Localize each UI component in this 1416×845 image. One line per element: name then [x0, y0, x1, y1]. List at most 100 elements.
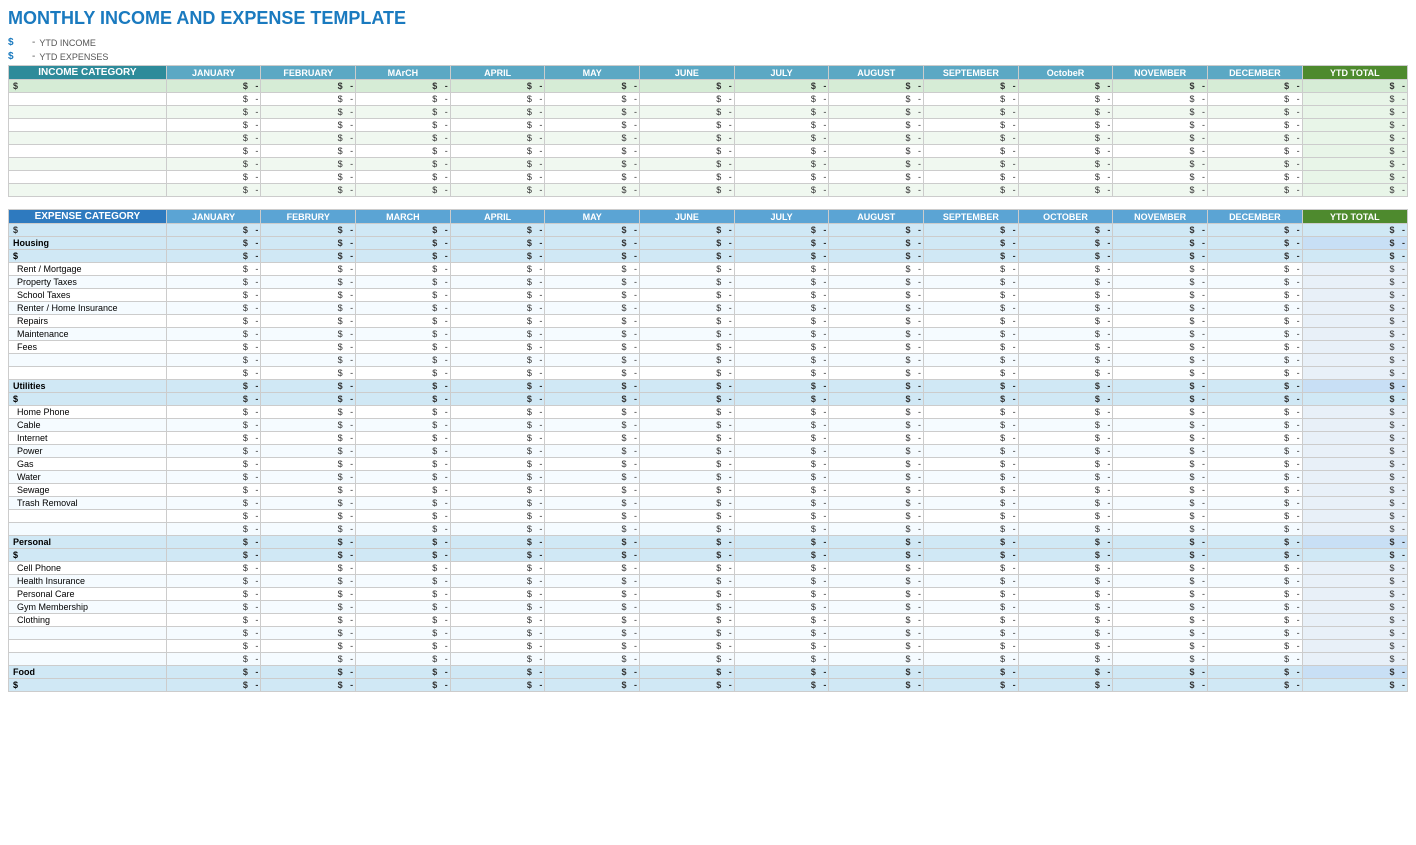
- income-month-cell[interactable]: $ -: [734, 106, 829, 119]
- expense-item-month[interactable]: $ -: [1208, 575, 1303, 588]
- expense-item-month[interactable]: $ -: [734, 289, 829, 302]
- expense-item-month[interactable]: $ -: [1018, 289, 1113, 302]
- expense-item-month[interactable]: $ -: [1208, 601, 1303, 614]
- income-month-cell[interactable]: $ -: [356, 93, 451, 106]
- expense-empty-month[interactable]: $ -: [545, 523, 640, 536]
- expense-empty-month[interactable]: $ -: [829, 510, 924, 523]
- expense-item-month[interactable]: $ -: [545, 341, 640, 354]
- expense-item-month[interactable]: $ -: [545, 575, 640, 588]
- expense-empty-month[interactable]: $ -: [261, 510, 356, 523]
- expense-item-month[interactable]: $ -: [1018, 484, 1113, 497]
- expense-item-month[interactable]: $ -: [450, 588, 545, 601]
- expense-empty-month[interactable]: $ -: [1018, 354, 1113, 367]
- expense-item-month[interactable]: $ -: [829, 419, 924, 432]
- income-month-cell[interactable]: $ -: [1018, 158, 1113, 171]
- income-month-cell[interactable]: $ -: [734, 158, 829, 171]
- expense-item-month[interactable]: $ -: [1018, 315, 1113, 328]
- expense-item-month[interactable]: $ -: [261, 289, 356, 302]
- expense-item-month[interactable]: $ -: [1208, 263, 1303, 276]
- expense-empty-month[interactable]: $ -: [166, 367, 261, 380]
- expense-empty-month[interactable]: $ -: [1113, 640, 1208, 653]
- expense-empty-month[interactable]: $ -: [261, 523, 356, 536]
- expense-item-month[interactable]: $ -: [924, 601, 1019, 614]
- income-month-cell[interactable]: $ -: [356, 132, 451, 145]
- income-month-cell[interactable]: $ -: [1113, 132, 1208, 145]
- expense-item-month[interactable]: $ -: [829, 458, 924, 471]
- expense-item-month[interactable]: $ -: [1113, 445, 1208, 458]
- expense-item-month[interactable]: $ -: [640, 601, 735, 614]
- expense-empty-month[interactable]: $ -: [166, 653, 261, 666]
- expense-empty-month[interactable]: $ -: [545, 354, 640, 367]
- income-month-cell[interactable]: $ -: [1208, 132, 1303, 145]
- expense-item-month[interactable]: $ -: [166, 406, 261, 419]
- expense-item-month[interactable]: $ -: [640, 263, 735, 276]
- expense-item-month[interactable]: $ -: [166, 341, 261, 354]
- expense-item-month[interactable]: $ -: [261, 341, 356, 354]
- expense-item-month[interactable]: $ -: [545, 471, 640, 484]
- expense-empty-month[interactable]: $ -: [1208, 510, 1303, 523]
- expense-empty-month[interactable]: $ -: [261, 653, 356, 666]
- expense-empty-month[interactable]: $ -: [261, 367, 356, 380]
- expense-item-month[interactable]: $ -: [356, 328, 451, 341]
- expense-item-month[interactable]: $ -: [734, 445, 829, 458]
- expense-item-month[interactable]: $ -: [166, 562, 261, 575]
- expense-item-month[interactable]: $ -: [734, 601, 829, 614]
- income-month-cell[interactable]: $ -: [261, 106, 356, 119]
- income-month-cell[interactable]: $ -: [734, 119, 829, 132]
- expense-item-month[interactable]: $ -: [1018, 601, 1113, 614]
- expense-empty-cat[interactable]: [9, 510, 167, 523]
- income-month-cell[interactable]: $ -: [1018, 119, 1113, 132]
- income-month-cell[interactable]: $ -: [640, 119, 735, 132]
- expense-item-month[interactable]: $ -: [545, 484, 640, 497]
- expense-item-month[interactable]: $ -: [829, 471, 924, 484]
- expense-item-month[interactable]: $ -: [450, 484, 545, 497]
- income-month-cell[interactable]: $ -: [166, 119, 261, 132]
- expense-item-month[interactable]: $ -: [1018, 588, 1113, 601]
- expense-empty-month[interactable]: $ -: [261, 627, 356, 640]
- expense-item-month[interactable]: $ -: [166, 445, 261, 458]
- expense-item-month[interactable]: $ -: [1018, 341, 1113, 354]
- expense-empty-month[interactable]: $ -: [734, 354, 829, 367]
- expense-item-month[interactable]: $ -: [261, 614, 356, 627]
- expense-empty-month[interactable]: $ -: [1113, 354, 1208, 367]
- expense-item-month[interactable]: $ -: [545, 601, 640, 614]
- expense-empty-month[interactable]: $ -: [734, 627, 829, 640]
- expense-item-month[interactable]: $ -: [261, 328, 356, 341]
- expense-item-month[interactable]: $ -: [545, 458, 640, 471]
- income-month-cell[interactable]: $ -: [450, 145, 545, 158]
- expense-item-month[interactable]: $ -: [1208, 419, 1303, 432]
- expense-empty-month[interactable]: $ -: [734, 523, 829, 536]
- expense-empty-month[interactable]: $ -: [1113, 653, 1208, 666]
- expense-empty-month[interactable]: $ -: [1208, 653, 1303, 666]
- income-month-cell[interactable]: $ -: [261, 119, 356, 132]
- expense-item-month[interactable]: $ -: [1113, 289, 1208, 302]
- expense-item-month[interactable]: $ -: [356, 562, 451, 575]
- expense-empty-cat[interactable]: [9, 523, 167, 536]
- income-month-cell[interactable]: $ -: [1113, 145, 1208, 158]
- expense-empty-month[interactable]: $ -: [545, 653, 640, 666]
- expense-item-month[interactable]: $ -: [640, 471, 735, 484]
- expense-empty-month[interactable]: $ -: [829, 354, 924, 367]
- expense-item-month[interactable]: $ -: [450, 458, 545, 471]
- expense-item-month[interactable]: $ -: [450, 575, 545, 588]
- income-month-cell[interactable]: $ -: [450, 171, 545, 184]
- expense-item-month[interactable]: $ -: [261, 406, 356, 419]
- expense-item-month[interactable]: $ -: [924, 497, 1019, 510]
- expense-item-month[interactable]: $ -: [734, 471, 829, 484]
- expense-empty-cat[interactable]: [9, 354, 167, 367]
- expense-item-month[interactable]: $ -: [1113, 432, 1208, 445]
- expense-item-month[interactable]: $ -: [924, 289, 1019, 302]
- expense-item-month[interactable]: $ -: [356, 575, 451, 588]
- expense-empty-cat[interactable]: [9, 653, 167, 666]
- expense-item-month[interactable]: $ -: [166, 471, 261, 484]
- expense-item-month[interactable]: $ -: [166, 588, 261, 601]
- expense-empty-month[interactable]: $ -: [545, 367, 640, 380]
- expense-item-month[interactable]: $ -: [1113, 575, 1208, 588]
- expense-item-month[interactable]: $ -: [1113, 406, 1208, 419]
- expense-item-month[interactable]: $ -: [1113, 471, 1208, 484]
- income-month-cell[interactable]: $ -: [1018, 145, 1113, 158]
- expense-item-month[interactable]: $ -: [1208, 471, 1303, 484]
- expense-item-month[interactable]: $ -: [640, 341, 735, 354]
- expense-empty-month[interactable]: $ -: [450, 510, 545, 523]
- expense-item-month[interactable]: $ -: [261, 601, 356, 614]
